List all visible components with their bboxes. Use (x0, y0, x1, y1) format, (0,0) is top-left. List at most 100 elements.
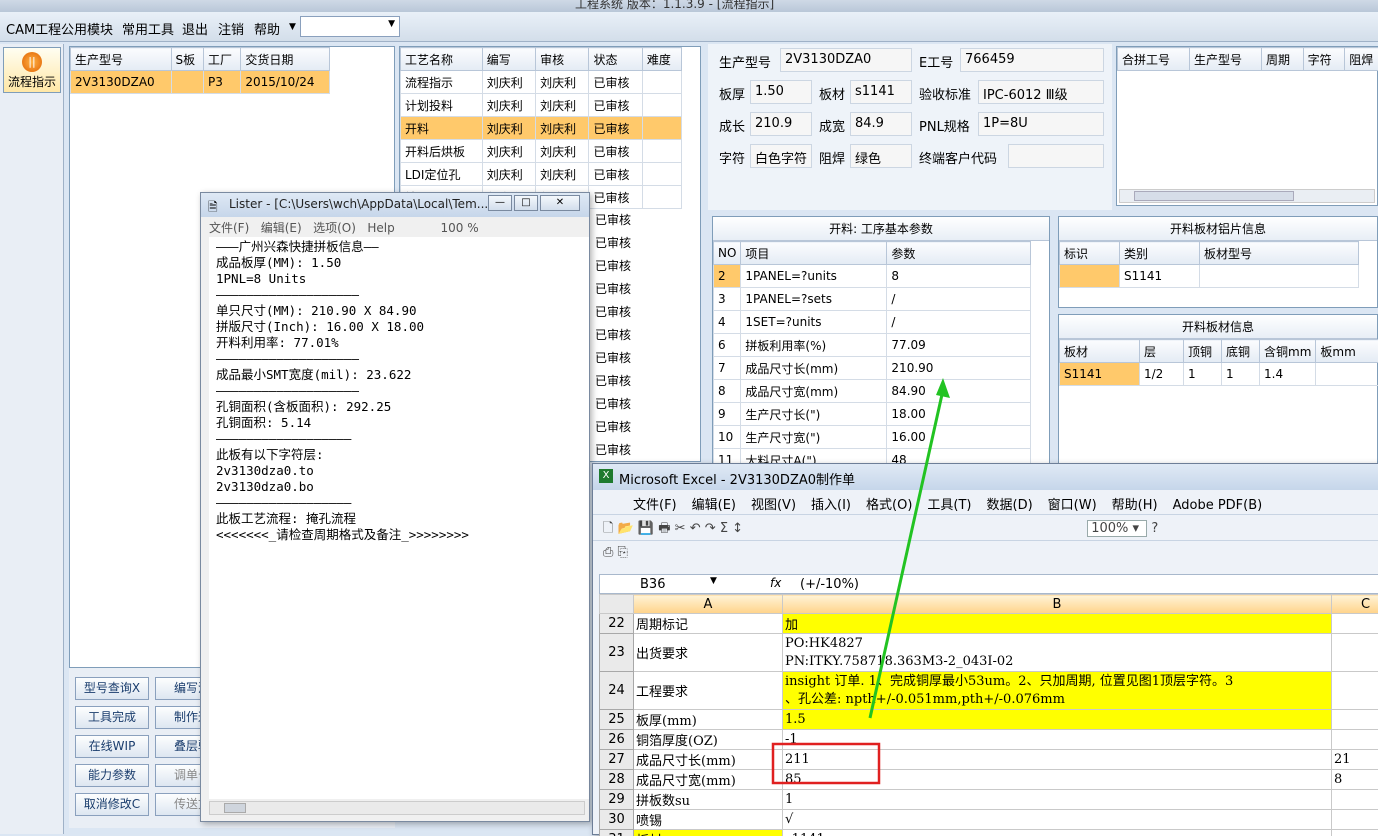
cell[interactable]: 板厚(mm) (634, 710, 783, 730)
cell[interactable]: 成品尺寸宽(mm) (634, 770, 783, 790)
table-row[interactable]: 41SET=?units/ (714, 311, 1031, 334)
cell[interactable] (1332, 672, 1378, 710)
sheet-row[interactable]: 26铜箔厚度(OZ)-1 (600, 730, 1378, 750)
sheet-row[interactable]: 24工程要求insight 订单. 1、完成铜厚最小53um。2、只加周期, 位… (600, 672, 1378, 710)
table-row[interactable]: 流程指示刘庆利刘庆利已审核 (401, 71, 682, 94)
lister-window[interactable]: Lister - [C:\Users\wch\AppData\Local\Tem… (200, 192, 590, 822)
sheet-row[interactable]: 29拼板数su1 (600, 790, 1378, 810)
excel-menu-window[interactable]: 窗口(W) (1048, 498, 1097, 513)
table-row[interactable]: 开料刘庆利刘庆利已审核 (401, 117, 682, 140)
table-row[interactable]: 10生产尺寸宽(")16.00 (714, 426, 1031, 449)
model-query-button[interactable]: 型号查询X (75, 677, 149, 700)
chevron-down-icon[interactable]: ▼ (710, 576, 717, 586)
cell[interactable]: 21 (1332, 750, 1378, 770)
scroll-thumb[interactable] (1134, 191, 1294, 201)
horizontal-scrollbar[interactable] (209, 801, 585, 815)
pdf-icon[interactable]: ⎙ (603, 545, 613, 560)
thickness-field[interactable]: 1.50 (750, 80, 812, 104)
table-row[interactable]: 31PANEL=?sets/ (714, 288, 1031, 311)
cell[interactable]: 1.5 (783, 710, 1332, 730)
lister-menu[interactable]: 文件(F) 编辑(E) 选项(O) Help 100 % (201, 217, 589, 235)
capability-button[interactable]: 能力参数 (75, 764, 149, 787)
sheet-row[interactable]: 25板厚(mm)1.5 (600, 710, 1378, 730)
width-field[interactable]: 84.9 (850, 112, 912, 136)
help-icon[interactable]: ? (1151, 521, 1158, 536)
cancel-edit-button[interactable]: 取消修改C (75, 793, 149, 816)
col-reviewer[interactable]: 审核 (536, 48, 589, 71)
table-row[interactable]: 计划投料刘庆利刘庆利已审核 (401, 94, 682, 117)
sheet-row[interactable]: 23出货要求PO:HK4827 PN:ITKY.758718.363M3-2_0… (600, 634, 1378, 672)
cell[interactable] (1332, 830, 1378, 836)
excel-menu-data[interactable]: 数据(D) (987, 498, 1033, 513)
col-sheet-model[interactable]: 板材型号 (1200, 242, 1359, 265)
cell[interactable]: 工程要求 (634, 672, 783, 710)
excel-menu-insert[interactable]: 插入(I) (811, 498, 851, 513)
col-status[interactable]: 状态 (589, 48, 642, 71)
cell[interactable]: 1 (783, 790, 1332, 810)
new-icon[interactable]: 🗋 (603, 521, 613, 536)
menu-help[interactable]: 帮助 (254, 19, 280, 38)
length-field[interactable]: 210.9 (750, 112, 812, 136)
model-field[interactable]: 2V3130DZA0 (780, 48, 912, 72)
cell[interactable]: 211 (783, 750, 1332, 770)
cell[interactable]: 周期标记 (634, 614, 783, 634)
help-dropdown-icon[interactable]: ▼ (289, 22, 296, 32)
sheet-row[interactable]: 22周期标记加 (600, 614, 1378, 634)
redo-icon[interactable]: ↷ (705, 521, 716, 536)
cell[interactable]: insight 订单. 1、完成铜厚最小53um。2、只加周期, 位置见图1顶层… (783, 672, 1332, 710)
excel-menu-edit[interactable]: 编辑(E) (692, 498, 736, 513)
cell[interactable] (1332, 810, 1378, 830)
cell[interactable]: 拼板数su (634, 790, 783, 810)
excel-menu-help[interactable]: 帮助(H) (1112, 498, 1158, 513)
material-field[interactable]: s1141 (850, 80, 912, 104)
col-writer[interactable]: 编写 (482, 48, 535, 71)
col-due[interactable]: 交货日期 (241, 48, 330, 71)
cell[interactable] (1332, 614, 1378, 634)
menu-combo[interactable]: ▼ (300, 16, 400, 37)
col-char[interactable]: 字符 (1303, 48, 1345, 71)
cell[interactable] (1332, 790, 1378, 810)
cell[interactable]: √ (783, 810, 1332, 830)
col-board-mm[interactable]: 板mm (1316, 340, 1378, 363)
nav-flow-button[interactable]: ||流程指示 (3, 47, 61, 93)
undo-icon[interactable]: ↶ (690, 521, 701, 536)
cell[interactable]: 加 (783, 614, 1332, 634)
col-step[interactable]: 工艺名称 (401, 48, 483, 71)
table-row[interactable]: LDI定位孔刘庆利刘庆利已审核 (401, 163, 682, 186)
col-category[interactable]: 类别 (1120, 242, 1200, 265)
table-row[interactable]: 9生产尺寸长(")18.00 (714, 403, 1031, 426)
table-row[interactable]: 7成品尺寸长(mm)210.90 (714, 357, 1031, 380)
sheet-row[interactable]: 30喷锡√ (600, 810, 1378, 830)
tool-done-button[interactable]: 工具完成 (75, 706, 149, 729)
col-difficulty[interactable]: 难度 (642, 48, 681, 71)
cell[interactable]: PO:HK4827 PN:ITKY.758718.363M3-2_043I-02 (783, 634, 1332, 672)
cell[interactable]: 板材 (634, 830, 783, 836)
col-header-a[interactable]: A (634, 595, 783, 614)
col-factory[interactable]: 工厂 (203, 48, 240, 71)
print-icon[interactable]: 🖶 (658, 521, 670, 536)
excel-window[interactable]: Microsoft Excel - 2V3130DZA0制作单 X 文件(F)编… (592, 463, 1378, 835)
fx-icon[interactable]: fx (770, 576, 781, 590)
pdf-review-icon[interactable]: ⎘ (618, 545, 628, 560)
excel-menu-view[interactable]: 视图(V) (751, 498, 796, 513)
horizontal-scrollbar[interactable] (1119, 189, 1375, 203)
cell[interactable] (1332, 730, 1378, 750)
cell[interactable]: s1141 (783, 830, 1332, 836)
col-no[interactable]: NO (714, 242, 741, 265)
menu-cam[interactable]: CAM工程 (6, 19, 61, 38)
char-field[interactable]: 白色字符 (750, 144, 812, 168)
open-icon[interactable]: 📂 (618, 521, 634, 536)
sheet-row[interactable]: 31板材s1141 (600, 830, 1378, 836)
col-combo-model[interactable]: 生产型号 (1189, 48, 1261, 71)
maximize-icon[interactable]: □ (514, 195, 538, 211)
col-s[interactable]: S板 (171, 48, 203, 71)
table-row[interactable]: S1141 (1060, 265, 1359, 288)
customer-field[interactable] (1008, 144, 1104, 168)
menu-logout[interactable]: 注销 (218, 19, 244, 38)
col-cu-mm[interactable]: 含铜mm (1260, 340, 1316, 363)
excel-menu-format[interactable]: 格式(O) (866, 498, 912, 513)
cell[interactable] (1332, 710, 1378, 730)
sum-icon[interactable]: Σ (720, 521, 728, 536)
excel-menu-tools[interactable]: 工具(T) (927, 498, 971, 513)
zoom-select[interactable]: 100% ▾ (1087, 520, 1147, 537)
